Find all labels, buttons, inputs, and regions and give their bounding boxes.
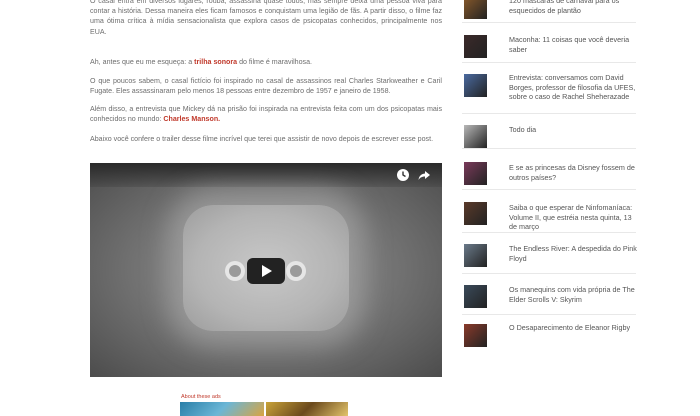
share-icon[interactable] [417, 168, 431, 182]
video-player[interactable] [90, 163, 442, 377]
sidebar-item[interactable]: E se as princesas da Disney fossem de ou… [462, 149, 636, 190]
video-top-bar [90, 163, 442, 187]
sidebar-item[interactable]: Entrevista: conversamos com David Borges… [462, 63, 636, 114]
post-title[interactable]: O Desaparecimento de Eleanor Rigby [509, 323, 639, 333]
article-paragraph: O casal entra em diversos lugares, rouba… [90, 0, 442, 36]
soundtrack-link[interactable]: trilha sonora [194, 58, 237, 66]
play-icon [262, 265, 272, 277]
article-paragraph: Além disso, a entrevista que Mickey dá n… [90, 104, 442, 124]
ad-banner[interactable] [266, 402, 348, 416]
post-thumbnail[interactable] [464, 35, 487, 58]
paragraph-text: do filme é maravilhosa. [237, 58, 313, 66]
post-thumbnail[interactable] [464, 74, 487, 97]
post-title[interactable]: The Endless River: A despedida do Pink F… [509, 244, 639, 263]
post-thumbnail[interactable] [464, 202, 487, 225]
sidebar-item[interactable]: O Desaparecimento de Eleanor Rigby [462, 315, 636, 349]
post-thumbnail[interactable] [464, 285, 487, 308]
decorative-dot [225, 261, 245, 281]
article-paragraph: Ah, antes que eu me esqueça: a trilha so… [90, 57, 442, 67]
article-paragraph: O que poucos sabem, o casal fictício foi… [90, 77, 442, 96]
decorative-dot [286, 261, 306, 281]
post-title[interactable]: Saiba o que esperar de Ninfomaníaca: Vol… [509, 203, 639, 232]
paragraph-text: Além disso, a entrevista que Mickey dá n… [90, 105, 442, 124]
sidebar-item[interactable]: Saiba o que esperar de Ninfomaníaca: Vol… [462, 190, 636, 233]
sidebar-item[interactable]: Todo dia [462, 114, 636, 149]
post-title[interactable]: Maconha: 11 coisas que você deveria sabe… [509, 35, 639, 54]
post-title[interactable]: 120 máscaras de carnaval para os esqueci… [509, 0, 639, 15]
post-title[interactable]: Todo dia [509, 125, 639, 135]
clock-icon[interactable] [396, 168, 410, 182]
play-button[interactable] [247, 258, 285, 284]
article-paragraph: Abaixo você confere o trailer desse film… [90, 135, 434, 143]
ad-banner[interactable] [180, 402, 264, 416]
post-title[interactable]: E se as princesas da Disney fossem de ou… [509, 163, 639, 182]
post-thumbnail[interactable] [464, 324, 487, 347]
post-thumbnail[interactable] [464, 0, 487, 19]
sidebar-item[interactable]: Maconha: 11 coisas que você deveria sabe… [462, 26, 636, 63]
sidebar-item[interactable]: Os manequins com vida própria de The Eld… [462, 274, 636, 315]
ads-label[interactable]: About these ads [181, 394, 221, 400]
post-thumbnail[interactable] [464, 244, 487, 267]
post-thumbnail[interactable] [464, 162, 487, 185]
charles-manson-link[interactable]: Charles Manson. [163, 115, 220, 123]
sidebar-item[interactable]: The Endless River: A despedida do Pink F… [462, 233, 639, 274]
sidebar-item[interactable]: 120 máscaras de carnaval para os esqueci… [462, 0, 636, 23]
paragraph-text: Ah, antes que eu me esqueça: a [90, 58, 195, 66]
post-title[interactable]: Os manequins com vida própria de The Eld… [509, 285, 639, 304]
post-title[interactable]: Entrevista: conversamos com David Borges… [509, 73, 639, 102]
post-thumbnail[interactable] [464, 125, 487, 148]
